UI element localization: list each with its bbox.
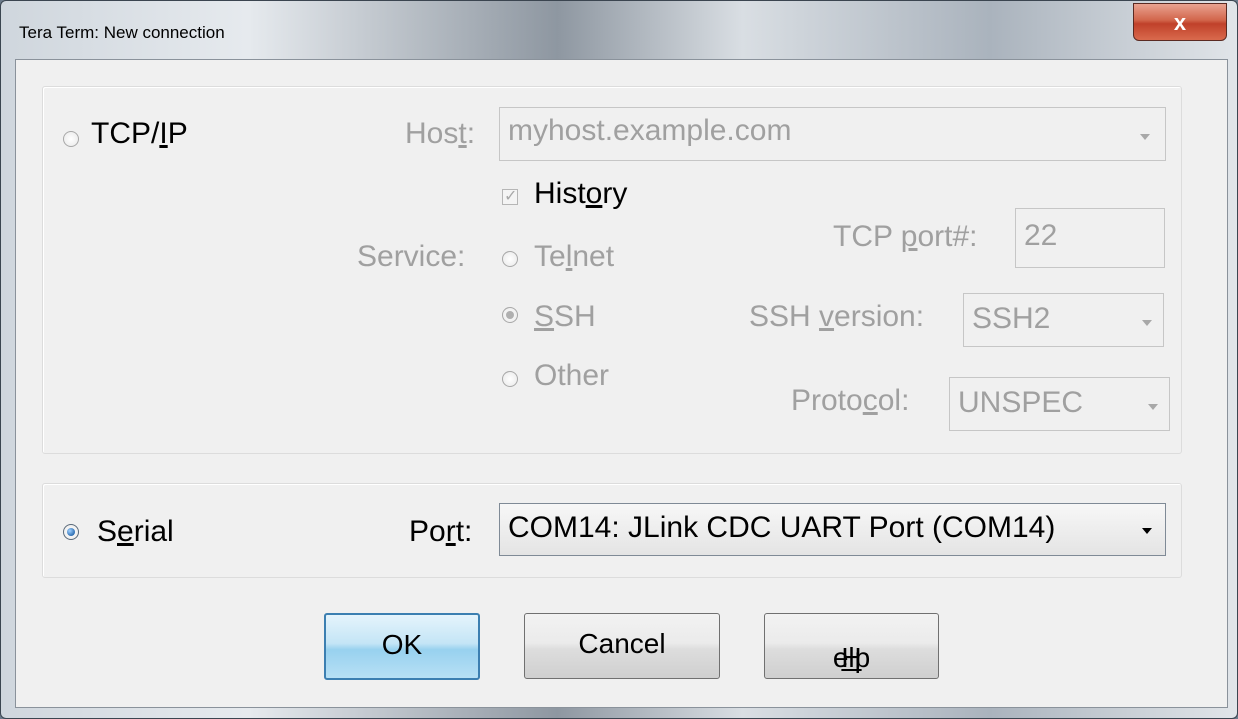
port-combobox[interactable]: COM14: JLink CDC UART Port (COM14) xyxy=(499,503,1166,556)
help-button[interactable]: Help xyxy=(764,613,939,679)
ssh-version-combobox[interactable]: SSH2 xyxy=(963,293,1164,347)
port-label: Port: xyxy=(409,515,473,548)
host-value: myhost.example.com xyxy=(508,114,792,147)
ssh-label[interactable]: SSH xyxy=(534,300,596,334)
serial-label[interactable]: Serial xyxy=(97,515,174,549)
cancel-button-label: Cancel xyxy=(578,628,666,659)
cancel-button[interactable]: Cancel xyxy=(524,613,720,679)
tcp-port-label: TCP port#: xyxy=(833,220,978,253)
serial-radio[interactable] xyxy=(63,524,79,540)
chevron-down-icon xyxy=(1142,528,1152,534)
protocol-label: Protocol: xyxy=(791,384,910,417)
protocol-value: UNSPEC xyxy=(958,386,1084,419)
title-bar[interactable]: Tera Term: New connection x xyxy=(1,1,1238,59)
ssh-version-label: SSH version: xyxy=(749,300,925,333)
chevron-down-icon xyxy=(1142,320,1152,326)
tcpip-label[interactable]: TCP/IP xyxy=(91,117,188,151)
telnet-radio[interactable] xyxy=(502,251,518,267)
host-combobox[interactable]: myhost.example.com xyxy=(499,107,1166,161)
port-value: COM14: JLink CDC UART Port (COM14) xyxy=(508,511,1056,544)
ssh-version-value: SSH2 xyxy=(972,302,1051,335)
ok-button-label: OK xyxy=(381,629,423,660)
tcpip-radio[interactable] xyxy=(63,131,79,147)
window-frame: Tera Term: New connection x TCP/IP Host:… xyxy=(0,0,1238,719)
chevron-down-icon xyxy=(1148,404,1158,410)
other-radio[interactable] xyxy=(502,371,518,387)
telnet-label[interactable]: Telnet xyxy=(534,240,614,274)
close-button[interactable]: x xyxy=(1133,3,1227,41)
history-label[interactable]: History xyxy=(534,177,627,211)
history-checkbox[interactable]: ✓ xyxy=(502,188,518,205)
tcp-port-value: 22 xyxy=(1024,219,1058,252)
tcp-port-input[interactable]: 22 xyxy=(1015,208,1165,268)
chevron-down-icon xyxy=(1140,134,1150,140)
ok-button[interactable]: OK xyxy=(324,613,480,680)
host-label: Host: xyxy=(405,117,476,150)
ssh-radio[interactable] xyxy=(502,307,518,323)
protocol-combobox[interactable]: UNSPEC xyxy=(949,377,1170,431)
dialog-client-area: TCP/IP Host: myhost.example.com ✓ Histor… xyxy=(15,59,1228,708)
other-label[interactable]: Other xyxy=(534,359,609,393)
tcpip-group: TCP/IP Host: myhost.example.com ✓ Histor… xyxy=(42,86,1182,454)
serial-group: Serial Port: COM14: JLink CDC UART Port … xyxy=(42,483,1182,578)
service-label: Service: xyxy=(357,240,466,273)
close-icon: x xyxy=(1173,10,1187,35)
checkmark-icon: ✓ xyxy=(504,188,518,205)
window-title: Tera Term: New connection xyxy=(19,23,225,42)
